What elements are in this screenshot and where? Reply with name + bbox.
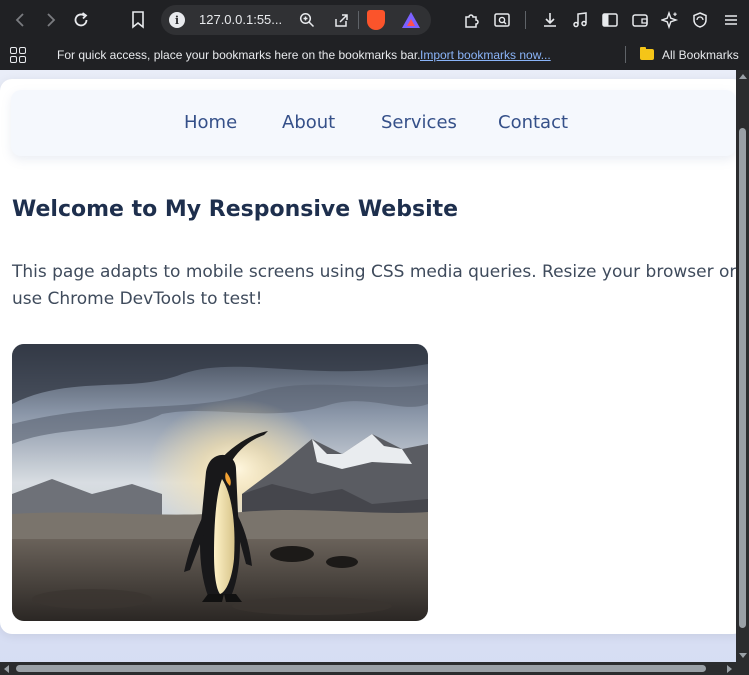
brave-shields-icon[interactable] <box>367 10 385 30</box>
bookmark-icon <box>132 11 144 29</box>
search-page-icon <box>494 13 510 27</box>
page-search-button[interactable] <box>488 6 516 34</box>
omnibox-divider <box>358 11 359 29</box>
download-icon <box>544 13 556 27</box>
sidebar-button[interactable] <box>596 6 624 34</box>
folder-icon <box>640 47 654 60</box>
site-info-icon[interactable]: i <box>169 12 185 28</box>
sidebar-icon <box>602 13 618 27</box>
scroll-left-arrow-icon[interactable] <box>4 665 9 673</box>
shield-icon <box>693 12 707 28</box>
media-button[interactable] <box>566 6 594 34</box>
wallet-icon <box>632 14 648 27</box>
horizontal-scroll-thumb[interactable] <box>16 665 706 672</box>
toolbar-divider <box>525 11 526 29</box>
music-note-icon <box>573 12 587 28</box>
scroll-right-arrow-icon[interactable] <box>727 665 732 673</box>
penguin-image <box>12 344 428 621</box>
scroll-down-arrow-icon[interactable] <box>739 653 747 658</box>
reload-icon <box>74 12 88 27</box>
forward-arrow-icon <box>47 13 56 27</box>
zoom-icon[interactable] <box>297 10 317 30</box>
page-intro-text: This page adapts to mobile screens using… <box>12 262 737 309</box>
horizontal-scrollbar[interactable] <box>0 662 749 675</box>
page-viewport: Home About Services Contact Welcome to M… <box>0 70 749 675</box>
vertical-scroll-thumb[interactable] <box>739 128 746 628</box>
nav-about-link[interactable]: About <box>282 112 335 133</box>
sparkle-icon <box>661 11 679 29</box>
downloads-button[interactable] <box>536 6 564 34</box>
bookmark-page-button[interactable] <box>124 6 152 34</box>
puzzle-icon <box>465 14 479 28</box>
back-arrow-icon <box>15 13 24 27</box>
forward-button[interactable] <box>36 6 64 34</box>
address-bar[interactable]: i 127.0.0.1:55... <box>161 5 431 35</box>
nav-services-link[interactable]: Services <box>381 112 457 133</box>
menu-lines-icon <box>725 15 737 25</box>
menu-button[interactable] <box>717 6 745 34</box>
wallet-button[interactable] <box>626 6 654 34</box>
page-container: Home About Services Contact Welcome to M… <box>0 79 745 634</box>
browser-toolbar: i 127.0.0.1:55... <box>0 0 749 40</box>
import-bookmarks-link[interactable]: Import bookmarks now... <box>420 48 551 62</box>
leo-ai-button[interactable] <box>656 6 684 34</box>
reload-button[interactable] <box>67 6 95 34</box>
vpn-button[interactable] <box>686 6 714 34</box>
vertical-scrollbar[interactable] <box>736 70 749 662</box>
site-nav: Home About Services Contact <box>11 90 736 156</box>
bookmarks-prompt: For quick access, place your bookmarks h… <box>57 48 421 62</box>
back-button[interactable] <box>7 6 35 34</box>
nav-home-link[interactable]: Home <box>184 112 237 133</box>
bookmarks-bar: For quick access, place your bookmarks h… <box>0 40 749 70</box>
apps-grid-icon[interactable] <box>10 47 26 63</box>
scroll-up-arrow-icon[interactable] <box>739 74 747 79</box>
all-bookmarks-button[interactable]: All Bookmarks <box>662 48 739 62</box>
bookmarks-divider <box>625 46 626 63</box>
penguin-photo <box>12 344 428 621</box>
url-text: 127.0.0.1:55... <box>199 12 283 27</box>
nav-contact-link[interactable]: Contact <box>498 112 568 133</box>
extensions-button[interactable] <box>458 6 486 34</box>
page-title: Welcome to My Responsive Website <box>12 197 459 222</box>
brave-rewards-icon[interactable] <box>402 12 420 28</box>
share-icon[interactable] <box>331 10 351 30</box>
